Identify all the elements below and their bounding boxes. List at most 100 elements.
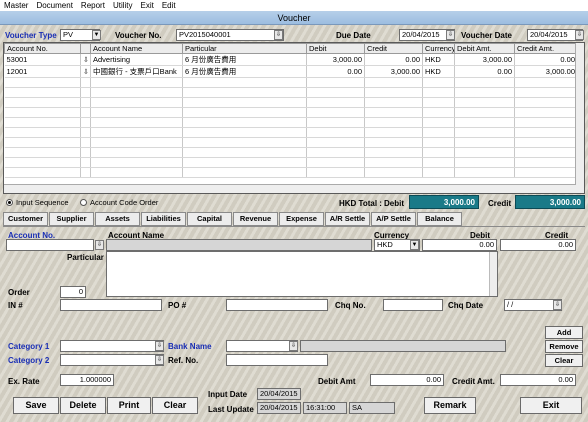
print-button[interactable]: Print bbox=[107, 397, 151, 414]
table-row[interactable] bbox=[4, 107, 578, 118]
cell-debit[interactable]: 3,000.00 bbox=[306, 53, 365, 66]
exit-button[interactable]: Exit bbox=[520, 397, 582, 414]
remove-button[interactable]: Remove bbox=[545, 340, 583, 353]
tab-supplier[interactable]: Supplier bbox=[49, 212, 94, 226]
tab-balance[interactable]: Balance bbox=[417, 212, 462, 226]
table-row[interactable]: 12001 ⇩ 中國銀行 - 支票戶口Bank 6 月份廣告費用 0.00 3,… bbox=[4, 65, 578, 78]
tab-ar-settle[interactable]: A/R Settle bbox=[325, 212, 370, 226]
col-credit-amt[interactable]: Credit Amt. bbox=[514, 43, 578, 54]
col-debit-amt[interactable]: Debit Amt. bbox=[454, 43, 515, 54]
table-row[interactable] bbox=[4, 157, 578, 168]
cell-particular[interactable]: 6 月份廣告費用 bbox=[182, 53, 307, 66]
textarea-scrollbar[interactable] bbox=[489, 252, 497, 296]
credit-field[interactable]: 0.00 bbox=[500, 239, 576, 251]
cell-particular[interactable]: 6 月份廣告費用 bbox=[182, 65, 307, 78]
lookup-icon[interactable]: ⇩ bbox=[80, 65, 91, 78]
po-no-field[interactable] bbox=[226, 299, 328, 311]
menu-master[interactable]: Master bbox=[4, 1, 28, 10]
table-row[interactable] bbox=[4, 137, 578, 148]
tab-expense[interactable]: Expense bbox=[279, 212, 324, 226]
horizontal-scrollbar[interactable] bbox=[4, 184, 576, 193]
voucher-no-field[interactable]: PV2015040001 bbox=[176, 29, 284, 41]
tab-assets[interactable]: Assets bbox=[95, 212, 140, 226]
save-button[interactable]: Save bbox=[13, 397, 59, 414]
cell-account-name[interactable]: Advertising bbox=[90, 53, 183, 66]
clear-small-button[interactable]: Clear bbox=[545, 354, 583, 367]
table-row[interactable] bbox=[4, 87, 578, 98]
cell-currency[interactable]: HKD bbox=[422, 53, 455, 66]
lookup-icon[interactable]: ⇩ bbox=[80, 53, 91, 66]
col-particular[interactable]: Particular bbox=[182, 43, 307, 54]
chevron-down-icon[interactable]: ▼ bbox=[410, 240, 419, 250]
col-credit[interactable]: Credit bbox=[364, 43, 423, 54]
cell-account-no[interactable]: 12001 bbox=[4, 65, 81, 78]
category-1-label: Category 1 bbox=[8, 342, 50, 351]
cell-debit-amt[interactable]: 3,000.00 bbox=[454, 53, 515, 66]
table-row[interactable] bbox=[4, 117, 578, 128]
remark-button[interactable]: Remark bbox=[424, 397, 476, 414]
table-row[interactable] bbox=[4, 147, 578, 158]
particular-textarea[interactable] bbox=[106, 251, 498, 297]
account-code-order-label: Account Code Order bbox=[90, 198, 159, 207]
order-field[interactable]: 0 bbox=[60, 286, 86, 298]
col-account-name[interactable]: Account Name bbox=[90, 43, 183, 54]
calendar-icon[interactable]: ⇩ bbox=[553, 300, 562, 310]
ref-no-field[interactable] bbox=[226, 354, 328, 366]
menu-utility[interactable]: Utility bbox=[113, 1, 133, 10]
tab-revenue[interactable]: Revenue bbox=[233, 212, 278, 226]
cell-credit[interactable]: 0.00 bbox=[364, 53, 423, 66]
bank-name-code-field[interactable] bbox=[226, 340, 298, 352]
calendar-icon[interactable]: ⇩ bbox=[575, 30, 584, 40]
category-2-field[interactable] bbox=[60, 354, 164, 366]
cell-account-name[interactable]: 中國銀行 - 支票戶口Bank bbox=[90, 65, 183, 78]
cell-debit-amt[interactable]: 0.00 bbox=[454, 65, 515, 78]
lookup-icon[interactable]: ⇩ bbox=[155, 341, 164, 351]
chevron-down-icon[interactable]: ▼ bbox=[92, 30, 101, 40]
cell-credit[interactable]: 3,000.00 bbox=[364, 65, 423, 78]
ex-rate-field[interactable]: 1.000000 bbox=[60, 374, 114, 386]
col-lookup bbox=[80, 43, 91, 54]
account-code-order-radio[interactable] bbox=[80, 199, 87, 206]
ref-no-label: Ref. No. bbox=[168, 356, 199, 365]
lookup-icon[interactable]: ⇩ bbox=[274, 30, 283, 40]
cell-debit[interactable]: 0.00 bbox=[306, 65, 365, 78]
account-no-field[interactable] bbox=[6, 239, 94, 251]
delete-button[interactable]: Delete bbox=[60, 397, 106, 414]
menu-document[interactable]: Document bbox=[36, 1, 72, 10]
chq-no-field[interactable] bbox=[383, 299, 443, 311]
vertical-scrollbar[interactable] bbox=[575, 43, 584, 193]
lookup-icon[interactable]: ⇩ bbox=[95, 240, 104, 250]
bank-name-field bbox=[300, 340, 506, 352]
table-row[interactable] bbox=[4, 167, 578, 178]
clear-button[interactable]: Clear bbox=[152, 397, 198, 414]
last-update-date-field: 20/04/2015 bbox=[257, 402, 301, 414]
menu-edit[interactable]: Edit bbox=[162, 1, 176, 10]
tab-customer[interactable]: Customer bbox=[3, 212, 48, 226]
lookup-icon[interactable]: ⇩ bbox=[289, 341, 298, 351]
cell-credit-amt[interactable]: 0.00 bbox=[514, 53, 578, 66]
col-currency[interactable]: Currency bbox=[422, 43, 455, 54]
col-debit[interactable]: Debit bbox=[306, 43, 365, 54]
cell-currency[interactable]: HKD bbox=[422, 65, 455, 78]
tab-liabilities[interactable]: Liabilities bbox=[141, 212, 186, 226]
menu-report[interactable]: Report bbox=[81, 1, 105, 10]
add-button[interactable]: Add bbox=[545, 326, 583, 339]
col-account-no[interactable]: Account No. bbox=[4, 43, 81, 54]
table-row[interactable] bbox=[4, 97, 578, 108]
cell-credit-amt[interactable]: 3,000.00 bbox=[514, 65, 578, 78]
tab-ap-settle[interactable]: A/P Settle bbox=[371, 212, 416, 226]
lookup-icon[interactable]: ⇩ bbox=[155, 355, 164, 365]
table-row[interactable]: 53001 ⇩ Advertising 6 月份廣告費用 3,000.00 0.… bbox=[4, 53, 578, 66]
table-row[interactable] bbox=[4, 77, 578, 88]
menu-exit[interactable]: Exit bbox=[141, 1, 154, 10]
table-row[interactable] bbox=[4, 127, 578, 138]
debit-field[interactable]: 0.00 bbox=[422, 239, 497, 251]
particular-label: Particular bbox=[67, 253, 104, 262]
category-1-field[interactable] bbox=[60, 340, 164, 352]
input-sequence-radio[interactable] bbox=[6, 199, 13, 206]
calendar-icon[interactable]: ⇩ bbox=[446, 30, 455, 40]
tab-capital[interactable]: Capital bbox=[187, 212, 232, 226]
in-no-field[interactable] bbox=[60, 299, 162, 311]
cell-account-no[interactable]: 53001 bbox=[4, 53, 81, 66]
voucher-lines-grid[interactable]: Account No. Account Name Particular Debi… bbox=[3, 42, 585, 194]
